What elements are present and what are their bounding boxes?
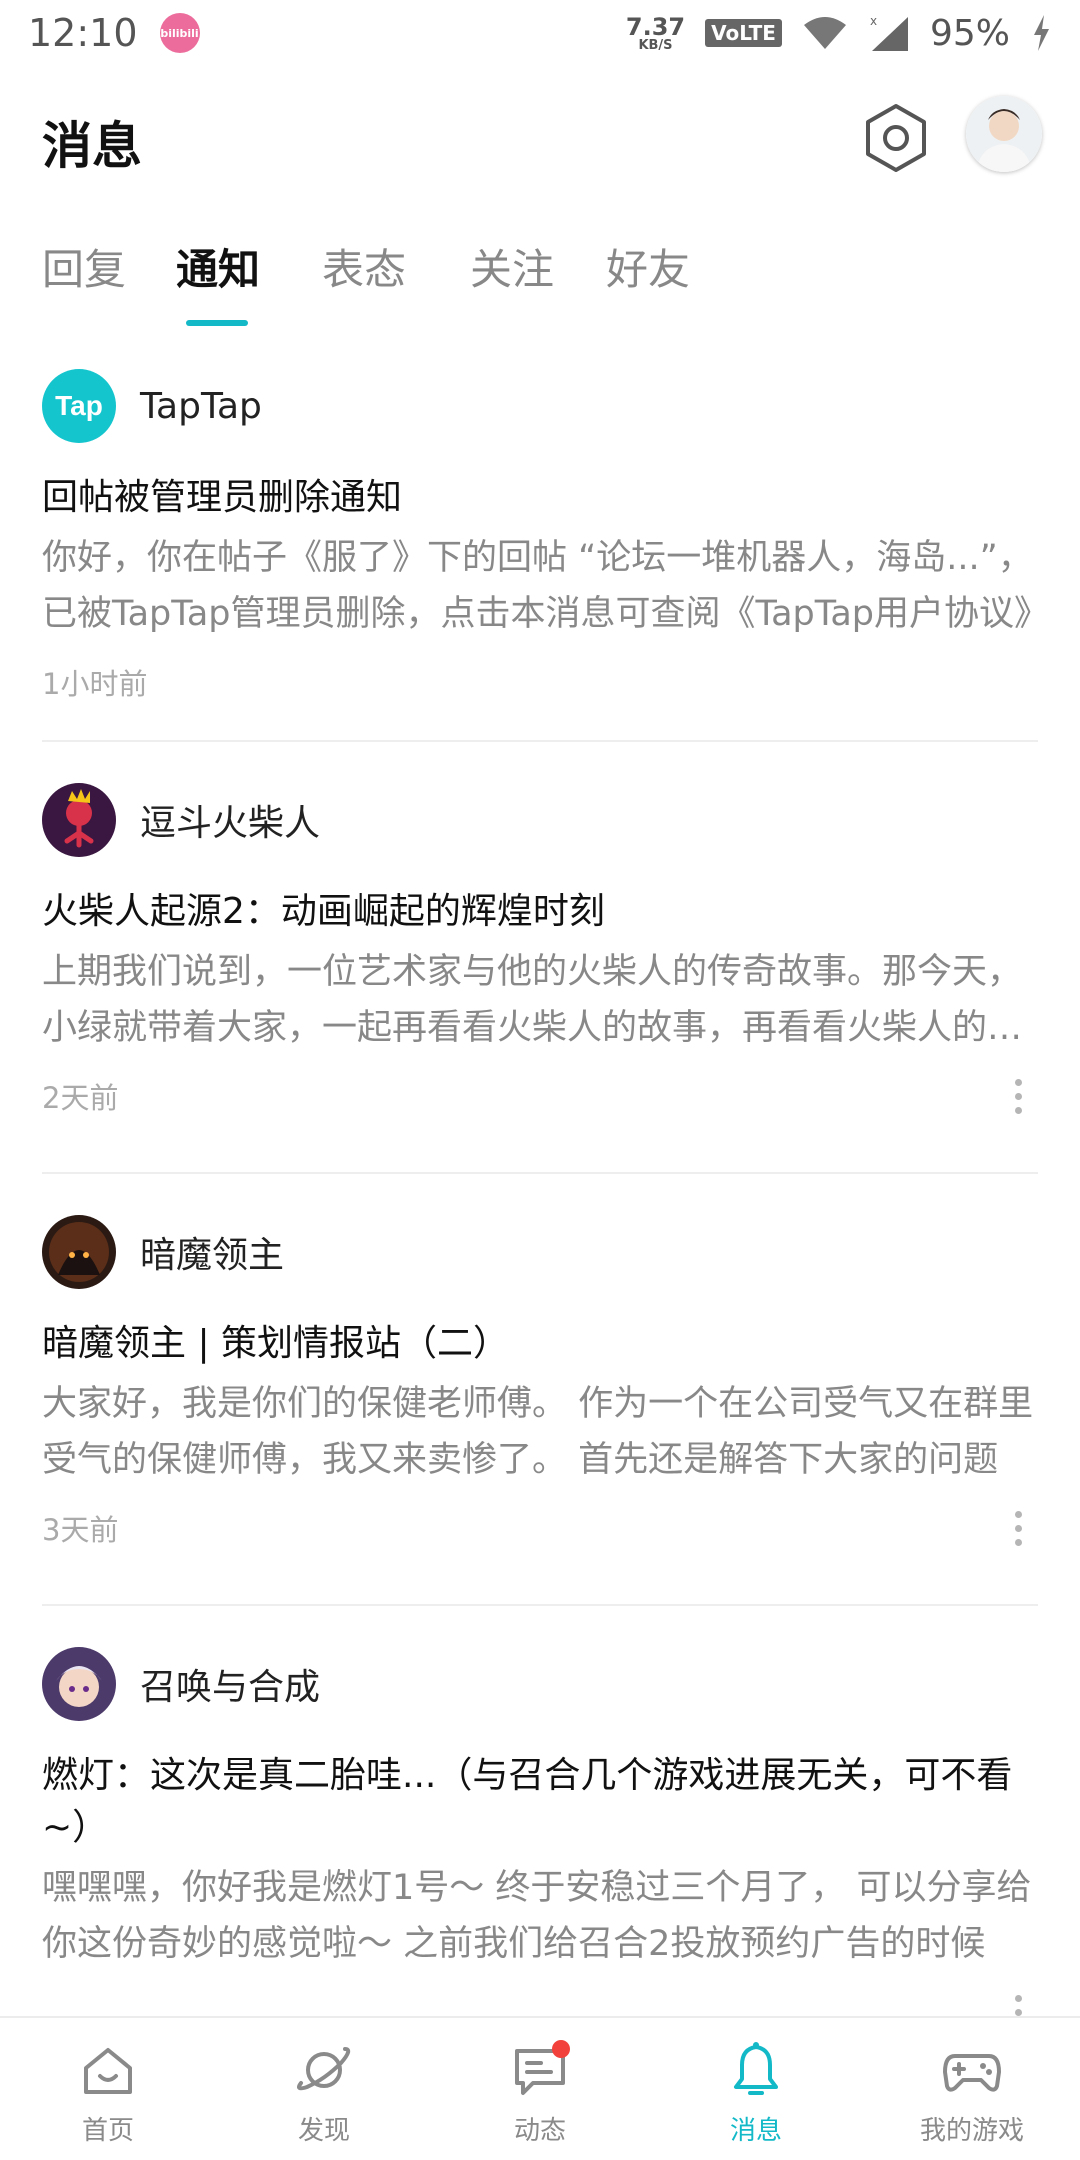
nav-label: 首页 [81, 2116, 134, 2146]
bilibili-icon: bilibili [159, 13, 200, 53]
volte-badge: VoLTE [705, 19, 782, 47]
status-time: 12:10 [28, 11, 138, 55]
network-speed-unit: KB/S [638, 37, 673, 53]
message-tabs: 回复 通知 表态 关注 好友 [0, 236, 1080, 326]
card-body: 上期我们说到，一位艺术家与他的火柴人的传奇故事。那今天，小绿就带着大家，一起再看… [42, 952, 1023, 1048]
nav-label: 动态 [513, 2116, 566, 2146]
author-avatar[interactable] [42, 783, 116, 857]
card-footer: 1小时前 [42, 660, 1038, 704]
more-options-icon[interactable] [998, 1506, 1038, 1550]
card-header: 暗魔领主 [42, 1214, 1038, 1290]
nav-label: 我的游戏 [919, 2116, 1024, 2146]
nav-home[interactable]: 首页 [0, 2018, 216, 2160]
card-divider [42, 1172, 1038, 1174]
card-footer: 2天前 [42, 1074, 1038, 1118]
card-author[interactable]: TapTap [140, 386, 262, 427]
tab-notifications[interactable]: 通知 [176, 236, 260, 297]
card-time: 3天前 [42, 1513, 119, 1547]
active-tab-indicator [186, 320, 248, 326]
unread-badge [552, 2040, 570, 2058]
nav-feed[interactable]: 动态 [432, 2018, 648, 2160]
card-author[interactable]: 暗魔领主 [140, 1226, 284, 1278]
network-speed: 7.37 KB/S [626, 15, 685, 52]
svg-text:x: x [870, 14, 877, 28]
stickman-avatar-icon [42, 783, 116, 857]
network-speed-value: 7.37 [625, 12, 686, 41]
card-header: 逗斗火柴人 [42, 782, 1038, 858]
taptap-logo-icon[interactable]: Tap [42, 369, 116, 443]
gamepad-icon [940, 2038, 1004, 2102]
status-indicators: 7.37 KB/S VoLTE x 95% [626, 13, 1052, 54]
card-divider [42, 1604, 1038, 1606]
tab-replies[interactable]: 回复 [42, 236, 126, 297]
feed-chat-icon [508, 2038, 572, 2102]
nav-discover[interactable]: 发现 [216, 2018, 432, 2160]
settings-button[interactable] [858, 100, 934, 176]
card-body: 嘿嘿嘿，你好我是燃灯1号～ 终于安稳过三个月了， 可以分享给你这份奇妙的感觉啦～… [42, 1868, 1032, 1964]
card-author[interactable]: 逗斗火柴人 [140, 794, 320, 846]
notification-card[interactable]: 召唤与合成 燃灯：这次是真二胎哇...（与召合几个游戏进展无关，可不看~） 嘿嘿… [42, 1646, 1038, 2034]
notification-card[interactable]: Tap TapTap 回帖被管理员删除通知 你好，你在帖子《服了》下的回帖 “论… [42, 368, 1038, 704]
card-body: 大家好，我是你们的保健老师傅。 作为一个在公司受气又在群里受气的保健师傅，我又来… [42, 1384, 1034, 1480]
discover-planet-icon [292, 2038, 356, 2102]
dark-lord-avatar-icon [42, 1215, 116, 1289]
card-title: 暗魔领主 | 策划情报站（二） [42, 1323, 510, 1364]
card-author[interactable]: 召唤与合成 [140, 1658, 320, 1710]
card-time: 1小时前 [42, 667, 148, 701]
header: 消息 [0, 66, 1080, 206]
bottom-nav: 首页 发现 动态 消息 我的游戏 [0, 2016, 1080, 2160]
wifi-icon [803, 17, 846, 49]
notification-card[interactable]: 暗魔领主 暗魔领主 | 策划情报站（二） 大家好，我是你们的保健老师傅。 作为一… [42, 1214, 1038, 1550]
card-divider [42, 740, 1038, 742]
card-body: 你好，你在帖子《服了》下的回帖 “论坛一堆机器人，海岛...”，已被TapTap… [42, 538, 1038, 634]
home-icon [76, 2038, 140, 2102]
battery-percent: 95% [929, 12, 1010, 54]
author-avatar[interactable] [42, 1215, 116, 1289]
more-options-icon[interactable] [998, 1074, 1038, 1118]
tab-follows[interactable]: 关注 [470, 236, 554, 297]
bell-icon [724, 2038, 788, 2102]
page-title: 消息 [42, 117, 142, 175]
cell-signal-icon: x [870, 14, 908, 51]
notification-card[interactable]: 逗斗火柴人 火柴人起源2：动画崛起的辉煌时刻 上期我们说到，一位艺术家与他的火柴… [42, 782, 1038, 1118]
nav-my-games[interactable]: 我的游戏 [864, 2018, 1080, 2160]
settings-hexagon-icon [866, 104, 926, 172]
summon-avatar-icon [42, 1647, 116, 1721]
card-header: 召唤与合成 [42, 1646, 1038, 1722]
user-avatar [966, 96, 1042, 172]
author-avatar[interactable] [42, 1647, 116, 1721]
user-avatar-button[interactable] [966, 96, 1042, 172]
card-footer: 3天前 [42, 1506, 1038, 1550]
card-time: 2天前 [42, 1081, 119, 1115]
card-header: Tap TapTap [42, 368, 1038, 444]
nav-label: 消息 [729, 2116, 782, 2146]
card-title: 回帖被管理员删除通知 [42, 477, 403, 518]
tab-friends[interactable]: 好友 [606, 236, 690, 297]
charging-icon [1034, 15, 1049, 51]
tab-reactions[interactable]: 表态 [322, 236, 406, 297]
card-title: 燃灯：这次是真二胎哇...（与召合几个游戏进展无关，可不看~） [42, 1755, 1013, 1848]
nav-label: 发现 [297, 2116, 350, 2146]
nav-messages[interactable]: 消息 [648, 2018, 864, 2160]
status-bar: 12:10 bilibili 7.37 KB/S VoLTE x 95% [0, 0, 1080, 66]
card-title: 火柴人起源2：动画崛起的辉煌时刻 [42, 891, 605, 932]
taptap-logo-text: Tap [55, 390, 103, 421]
